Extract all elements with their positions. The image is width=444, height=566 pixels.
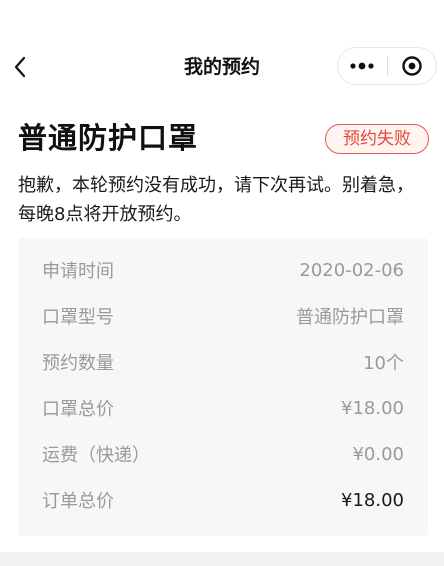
target-close-icon [402, 56, 422, 76]
detail-label: 申请时间 [42, 261, 114, 282]
detail-row-mask-total: 口罩总价 ¥18.00 [42, 393, 404, 423]
detail-row-quantity: 预约数量 10个 [42, 347, 404, 377]
order-total-value: ¥18.00 [341, 489, 404, 511]
detail-value: ¥0.00 [352, 443, 404, 465]
detail-label: 口罩总价 [42, 399, 114, 420]
detail-value: 2020-02-06 [299, 259, 404, 281]
detail-row-mask-model: 口罩型号 普通防护口罩 [42, 301, 404, 331]
mini-program-capsule [337, 47, 437, 85]
more-dots-icon [350, 62, 374, 70]
detail-value: 10个 [363, 353, 404, 374]
close-mini-program-button[interactable] [388, 48, 437, 84]
order-details-card: 申请时间 2020-02-06 口罩型号 普通防护口罩 预约数量 10个 口罩总… [18, 238, 428, 536]
detail-label: 订单总价 [42, 491, 114, 512]
detail-value: ¥18.00 [341, 397, 404, 419]
detail-label: 预约数量 [42, 353, 114, 374]
detail-label: 运费（快递） [42, 445, 150, 466]
product-title: 普通防护口罩 [18, 121, 199, 155]
detail-row-apply-time: 申请时间 2020-02-06 [42, 255, 404, 285]
detail-row-shipping: 运费（快递） ¥0.00 [42, 439, 404, 469]
result-message: 抱歉，本轮预约没有成功，请下次再试。别着急，每晚8点将开放预约。 [18, 175, 414, 225]
more-button[interactable] [338, 48, 387, 84]
top-nav-bar: 我的预约 [0, 0, 444, 134]
detail-value: 普通防护口罩 [296, 307, 404, 328]
detail-label: 口罩型号 [42, 307, 114, 328]
detail-row-order-total: 订单总价 ¥18.00 [42, 485, 404, 515]
status-badge: 预约失败 [325, 124, 429, 154]
bottom-separator [0, 552, 444, 566]
